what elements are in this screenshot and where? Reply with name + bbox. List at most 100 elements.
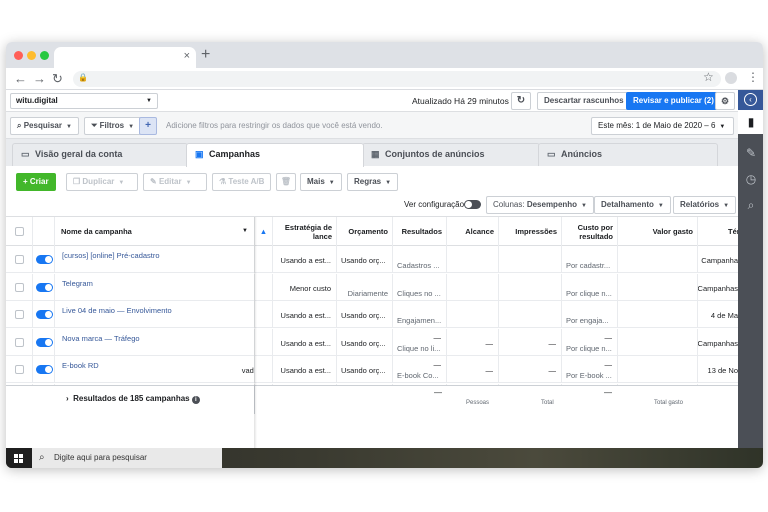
refresh-button[interactable]: ↻ [511, 92, 531, 110]
settings-button[interactable]: ⚙ [715, 92, 735, 110]
right-sidebar: ‹ ▮ ✎ ◷ ⌕ [738, 90, 763, 448]
trash-icon: 🗑 [280, 177, 292, 186]
tab-campaigns[interactable]: ▣ Campanhas [186, 143, 364, 167]
campaign-name-link[interactable]: E-book RD [62, 361, 99, 370]
columns-value: Desempenho [526, 200, 578, 209]
account-selector[interactable]: witu.digital ▼ [10, 93, 158, 109]
row-select-cell [6, 301, 33, 328]
sort-cell [255, 246, 273, 273]
address-bar[interactable]: 🔒 [73, 71, 721, 87]
column-header-cpr[interactable]: Custo por resultado [562, 217, 618, 246]
filter-icon: ⏷ [91, 121, 98, 130]
tab-account-overview[interactable]: ▭ Visão geral da conta [12, 143, 188, 166]
tab-ads[interactable]: ▭ Anúncios [538, 143, 718, 166]
tab-ad-sets[interactable]: ▦ Conjuntos de anúncios [362, 143, 540, 166]
table-row[interactable]: Telegram Menor custo Diariamente Cliques no… [6, 273, 738, 301]
campaign-name-link[interactable]: Telegram [62, 279, 93, 288]
maximize-window-button[interactable] [40, 51, 49, 60]
column-header-reach[interactable]: Alcance [447, 217, 499, 246]
view-config-toggle[interactable] [464, 200, 481, 209]
close-tab-icon[interactable]: × [184, 50, 190, 62]
cell-subvalue: Cliques no ... [397, 288, 441, 298]
grid-icon: ▦ [371, 149, 380, 159]
reports-button[interactable]: Relatórios ▼ [673, 196, 737, 214]
browser-tab[interactable]: × [54, 47, 196, 68]
column-header-end[interactable]: Térr [698, 217, 738, 246]
info-icon[interactable]: i [191, 396, 200, 404]
clock-icon[interactable]: ◷ [744, 172, 758, 186]
close-window-button[interactable] [14, 51, 23, 60]
sidebar-item-chart[interactable]: ▮ [738, 110, 763, 134]
windows-start-button[interactable] [6, 448, 32, 468]
column-header-results[interactable]: Resultados [393, 217, 447, 246]
new-tab-button[interactable]: + [201, 46, 210, 64]
summary-impressions-label: Total [541, 400, 554, 406]
filters-button[interactable]: ⏷ Filtros ▼ [84, 117, 142, 135]
breakdown-label: Detalhamento [601, 200, 654, 209]
column-header-name[interactable]: Nome da campanha ▼ [55, 217, 255, 246]
minimize-window-button[interactable] [27, 51, 36, 60]
cell-spent [618, 301, 698, 328]
campaign-name-link[interactable]: [cursos] [online] Pré-cadastro [62, 251, 160, 260]
campaign-toggle[interactable] [36, 255, 53, 264]
taskbar-search[interactable]: ⌕ Digite aqui para pesquisar [32, 448, 222, 468]
summary-expand[interactable]: › Resultados de 185 campanhas i [66, 394, 200, 404]
review-publish-button[interactable]: Revisar e publicar (2) [626, 92, 721, 110]
campaign-name-link[interactable]: Live 04 de maio — Envolvimento [62, 306, 172, 315]
browser-menu-icon[interactable]: ⋮ [747, 70, 759, 84]
ab-test-button[interactable]: ⚗ Teste A/B [212, 173, 272, 191]
header-label: Valor gasto [652, 227, 693, 236]
rules-button[interactable]: Regras ▼ [347, 173, 399, 191]
date-range-selector[interactable]: Este mês: 1 de Maio de 2020 – 6 ▼ [591, 117, 734, 135]
table-row[interactable]: Live 04 de maio — Envolvimento Usando a e… [6, 301, 738, 328]
reload-icon[interactable]: ↻ [52, 71, 63, 87]
sort-column-header[interactable]: ▲ [255, 217, 273, 246]
row-checkbox[interactable] [15, 310, 24, 319]
pencil-icon[interactable]: ✎ [744, 146, 758, 160]
lock-icon: 🔒 [78, 73, 88, 82]
bookmark-star-icon[interactable]: ☆ [703, 70, 714, 84]
search-label: Pesquisar [23, 121, 62, 130]
profile-avatar[interactable] [725, 72, 737, 84]
search-button[interactable]: ⌕ Pesquisar ▼ [10, 117, 79, 135]
row-checkbox[interactable] [15, 337, 24, 347]
campaign-name-link[interactable]: Nova marca — Tráfego [62, 334, 140, 343]
trash-button[interactable]: 🗑 [276, 173, 296, 191]
table-row[interactable]: Nova marca — Tráfego Usando a est... Usand… [6, 328, 738, 356]
back-icon[interactable]: ← [14, 71, 27, 86]
cell-res: Engajamen... [393, 301, 447, 328]
more-button[interactable]: Mais ▼ [300, 173, 342, 191]
row-checkbox[interactable] [15, 282, 24, 292]
campaign-toggle[interactable] [36, 337, 53, 347]
discard-drafts-button[interactable]: Descartar rascunhos [537, 92, 631, 110]
filter-placeholder[interactable]: Adicione filtros para restringir os dado… [166, 121, 383, 130]
search-icon[interactable]: ⌕ [744, 198, 758, 212]
table-row[interactable]: E-book RD vado Usando a est... Usando orç..… [6, 356, 738, 383]
campaigns-table: Nome da campanha ▼ ▲ Estratégia de lance … [6, 216, 738, 448]
column-header-spent[interactable]: Valor gasto [618, 217, 698, 246]
campaign-toggle[interactable] [36, 282, 53, 292]
row-checkbox[interactable] [15, 365, 24, 374]
sort-cell [255, 301, 273, 328]
edit-button[interactable]: ✎ Editar ▼ [143, 173, 207, 191]
collapse-panel-button[interactable]: ‹ [738, 90, 763, 110]
select-all-cell [6, 217, 33, 246]
cell-budget: Usando orç... [337, 328, 393, 356]
row-checkbox[interactable] [15, 255, 24, 264]
create-button[interactable]: + Criar [16, 173, 56, 191]
column-header-strategy[interactable]: Estratégia de lance [273, 217, 337, 246]
add-filter-button[interactable]: + [139, 117, 157, 135]
table-row[interactable]: [cursos] [online] Pré-cadastro Usando a e… [6, 246, 738, 273]
select-all-checkbox[interactable] [14, 227, 24, 236]
row-toggle-cell [33, 356, 55, 383]
breakdown-button[interactable]: Detalhamento ▼ [594, 196, 671, 214]
plus-icon: + [145, 120, 151, 131]
forward-icon[interactable]: → [33, 71, 46, 86]
column-header-budget[interactable]: Orçamento [337, 217, 393, 246]
campaign-toggle[interactable] [36, 365, 53, 374]
column-header-impressions[interactable]: Impressões [499, 217, 562, 246]
duplicate-button[interactable]: ❐ Duplicar ▼ [66, 173, 138, 191]
updated-status: Atualizado Há 29 minutos [412, 96, 509, 106]
campaign-toggle[interactable] [36, 310, 53, 319]
columns-selector[interactable]: Colunas: Desempenho ▼ [486, 196, 594, 214]
